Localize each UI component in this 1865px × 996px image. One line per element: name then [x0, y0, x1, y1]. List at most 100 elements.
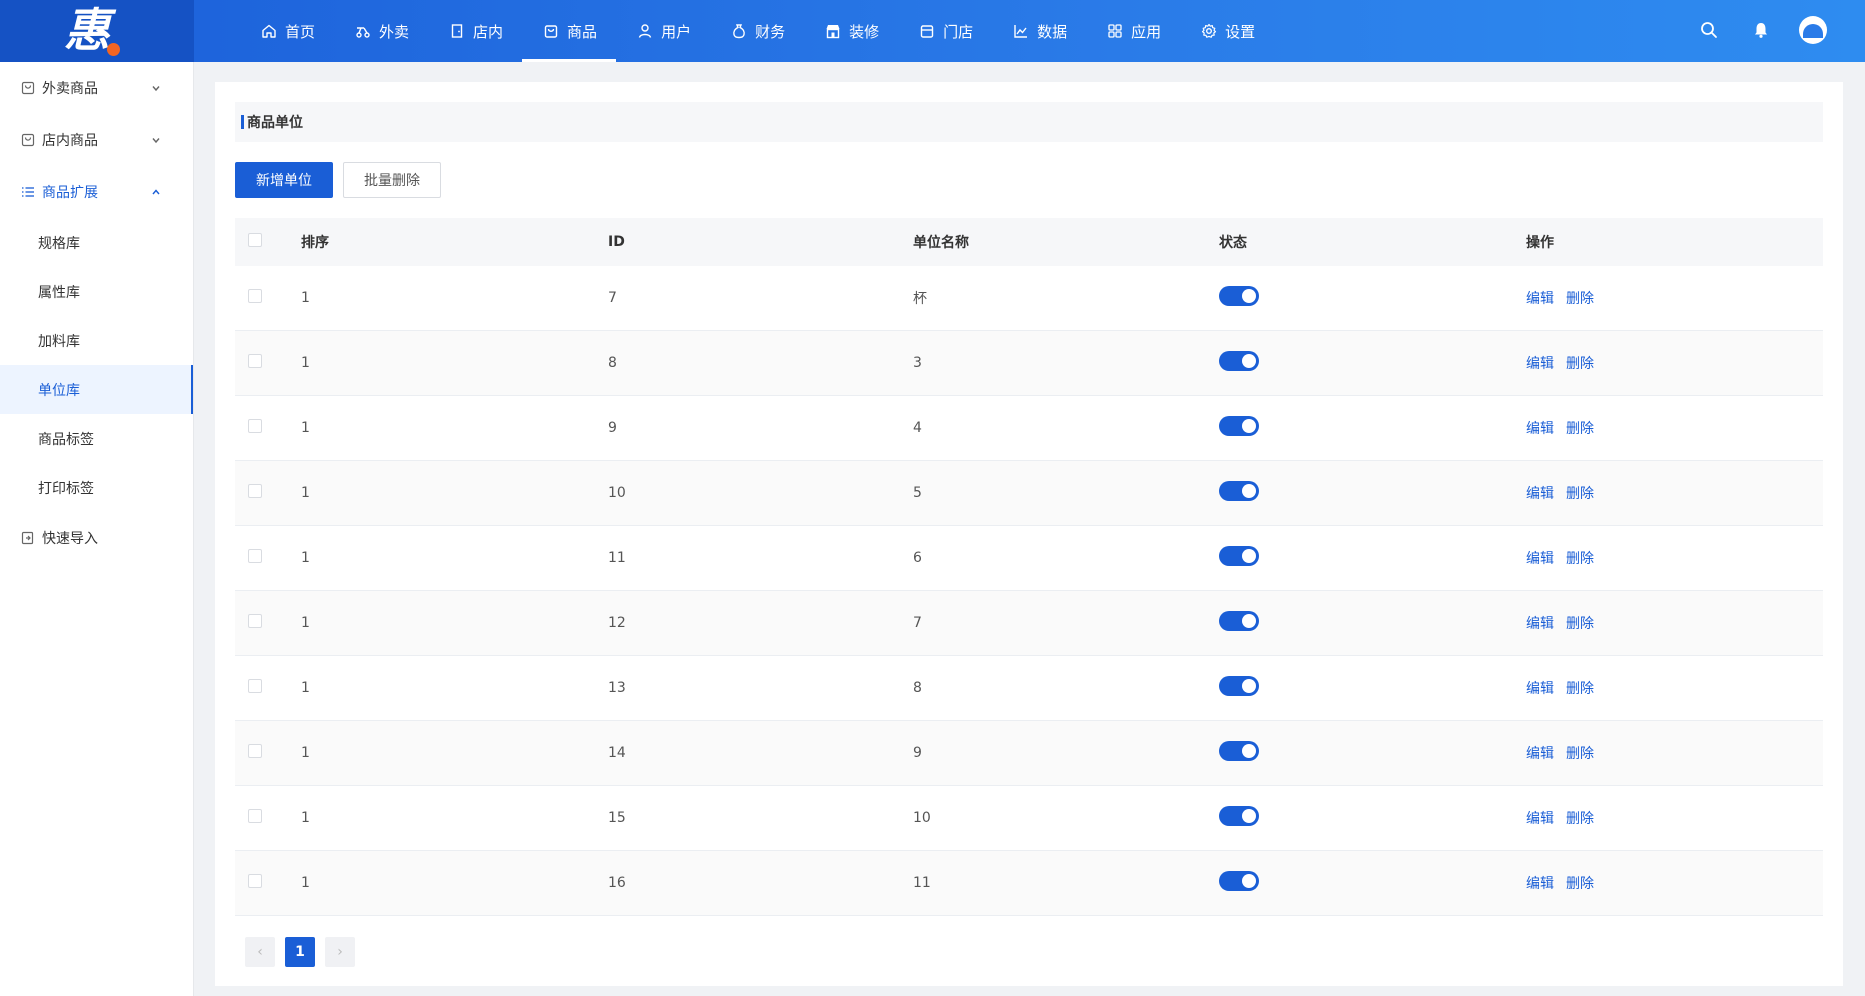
nav-item-8[interactable]: 数据	[992, 0, 1086, 62]
sidebar-item-4[interactable]: 商品标签	[0, 414, 193, 463]
cell-status	[1219, 676, 1526, 700]
cell-operations: 编辑 删除	[1526, 873, 1823, 893]
edit-link[interactable]: 编辑	[1526, 616, 1554, 632]
select-all-checkbox[interactable]	[248, 233, 262, 247]
edit-link[interactable]: 编辑	[1526, 486, 1554, 502]
status-toggle[interactable]	[1219, 871, 1259, 891]
row-checkbox[interactable]	[248, 289, 262, 303]
batch-delete-button[interactable]: 批量删除	[343, 162, 441, 198]
row-checkbox[interactable]	[248, 614, 262, 628]
page-button-current[interactable]: 1	[285, 937, 315, 967]
status-toggle[interactable]	[1219, 416, 1259, 436]
sidebar-item-2[interactable]: 加料库	[0, 316, 193, 365]
search-icon[interactable]	[1695, 16, 1723, 44]
nav-item-3[interactable]: 商品	[522, 0, 617, 62]
next-page-button[interactable]: ›	[325, 937, 355, 967]
cell-id: 9	[608, 420, 617, 436]
edit-link[interactable]: 编辑	[1526, 811, 1554, 827]
delete-link[interactable]: 删除	[1566, 616, 1594, 632]
prev-page-button[interactable]: ‹	[245, 937, 275, 967]
status-toggle[interactable]	[1219, 611, 1259, 631]
row-checkbox[interactable]	[248, 354, 262, 368]
row-checkbox[interactable]	[248, 549, 262, 563]
delete-link[interactable]: 删除	[1566, 876, 1594, 892]
edit-link[interactable]: 编辑	[1526, 746, 1554, 762]
status-toggle[interactable]	[1219, 286, 1259, 306]
nav-item-7[interactable]: 门店	[898, 0, 992, 62]
nav-item-10[interactable]: 设置	[1180, 0, 1274, 62]
import-icon	[20, 530, 36, 546]
sidebar-group-2[interactable]: 商品扩展	[0, 166, 193, 218]
table-row: 1 14 9 编辑 删除	[235, 721, 1823, 786]
cell-unit-name: 4	[913, 420, 922, 436]
nav-item-label: 用户	[661, 22, 692, 41]
row-checkbox-cell	[235, 874, 301, 892]
cell-id: 8	[608, 355, 617, 371]
status-toggle[interactable]	[1219, 806, 1259, 826]
sidebar-item-5[interactable]: 打印标签	[0, 463, 193, 512]
edit-link[interactable]: 编辑	[1526, 421, 1554, 437]
status-toggle[interactable]	[1219, 676, 1259, 696]
status-toggle[interactable]	[1219, 351, 1259, 371]
delete-link[interactable]: 删除	[1566, 811, 1594, 827]
nav-item-1[interactable]: 外卖	[334, 0, 428, 62]
row-checkbox[interactable]	[248, 419, 262, 433]
delete-link[interactable]: 删除	[1566, 681, 1594, 697]
row-checkbox[interactable]	[248, 744, 262, 758]
sidebar-item-3[interactable]: 单位库	[0, 365, 193, 414]
cell-operations: 编辑 删除	[1526, 678, 1823, 698]
bell-icon[interactable]	[1747, 16, 1775, 44]
row-checkbox-cell	[235, 549, 301, 567]
nav-item-4[interactable]: 用户	[616, 0, 710, 62]
edit-link[interactable]: 编辑	[1526, 551, 1554, 567]
nav-item-5[interactable]: 财务	[710, 0, 804, 62]
sidebar-group-0[interactable]: 外卖商品	[0, 62, 193, 114]
chevron-up-icon	[151, 185, 161, 201]
top-navigation-bar: 惠 首页 外卖 店内 商品 用户 财务 装修 门店 数据 应用 设置	[0, 0, 1865, 62]
sidebar-group-1[interactable]: 店内商品	[0, 114, 193, 166]
sidebar-item-0[interactable]: 规格库	[0, 218, 193, 267]
nav-item-2[interactable]: 店内	[428, 0, 522, 62]
cell-unit-name: 10	[913, 810, 931, 826]
sidebar-quick-import[interactable]: 快速导入	[0, 512, 193, 564]
table-row: 1 10 5 编辑 删除	[235, 461, 1823, 526]
avatar[interactable]	[1799, 16, 1827, 44]
delete-link[interactable]: 删除	[1566, 746, 1594, 762]
status-toggle[interactable]	[1219, 741, 1259, 761]
row-checkbox[interactable]	[248, 679, 262, 693]
row-checkbox[interactable]	[248, 484, 262, 498]
logo-glyph: 惠	[64, 3, 110, 57]
bag-icon	[20, 132, 36, 148]
delete-link[interactable]: 删除	[1566, 421, 1594, 437]
cell-operations: 编辑 删除	[1526, 548, 1823, 568]
nav-item-0[interactable]: 首页	[240, 0, 334, 62]
nav-item-9[interactable]: 应用	[1086, 0, 1180, 62]
add-unit-button[interactable]: 新增单位	[235, 162, 333, 198]
delete-link[interactable]: 删除	[1566, 551, 1594, 567]
status-toggle[interactable]	[1219, 481, 1259, 501]
sidebar-group-label: 商品扩展	[42, 185, 98, 201]
status-toggle[interactable]	[1219, 546, 1259, 566]
edit-link[interactable]: 编辑	[1526, 356, 1554, 372]
nav-item-label: 店内	[473, 22, 504, 41]
table-row: 1 16 11 编辑 删除	[235, 851, 1823, 916]
logo[interactable]: 惠	[0, 0, 194, 62]
delete-link[interactable]: 删除	[1566, 486, 1594, 502]
edit-link[interactable]: 编辑	[1526, 876, 1554, 892]
row-checkbox[interactable]	[248, 809, 262, 823]
cell-status	[1219, 871, 1526, 895]
apps-icon	[1105, 21, 1125, 41]
sidebar-item-1[interactable]: 属性库	[0, 267, 193, 316]
cell-sort: 1	[301, 810, 310, 826]
nav-item-6[interactable]: 装修	[804, 0, 898, 62]
sidebar-group-label: 快速导入	[42, 531, 98, 547]
delete-link[interactable]: 删除	[1566, 291, 1594, 307]
cell-operations: 编辑 删除	[1526, 743, 1823, 763]
edit-link[interactable]: 编辑	[1526, 681, 1554, 697]
cell-id: 15	[608, 810, 626, 826]
edit-link[interactable]: 编辑	[1526, 291, 1554, 307]
delete-link[interactable]: 删除	[1566, 356, 1594, 372]
nav-item-label: 财务	[755, 22, 786, 41]
row-checkbox[interactable]	[248, 874, 262, 888]
cell-operations: 编辑 删除	[1526, 808, 1823, 828]
